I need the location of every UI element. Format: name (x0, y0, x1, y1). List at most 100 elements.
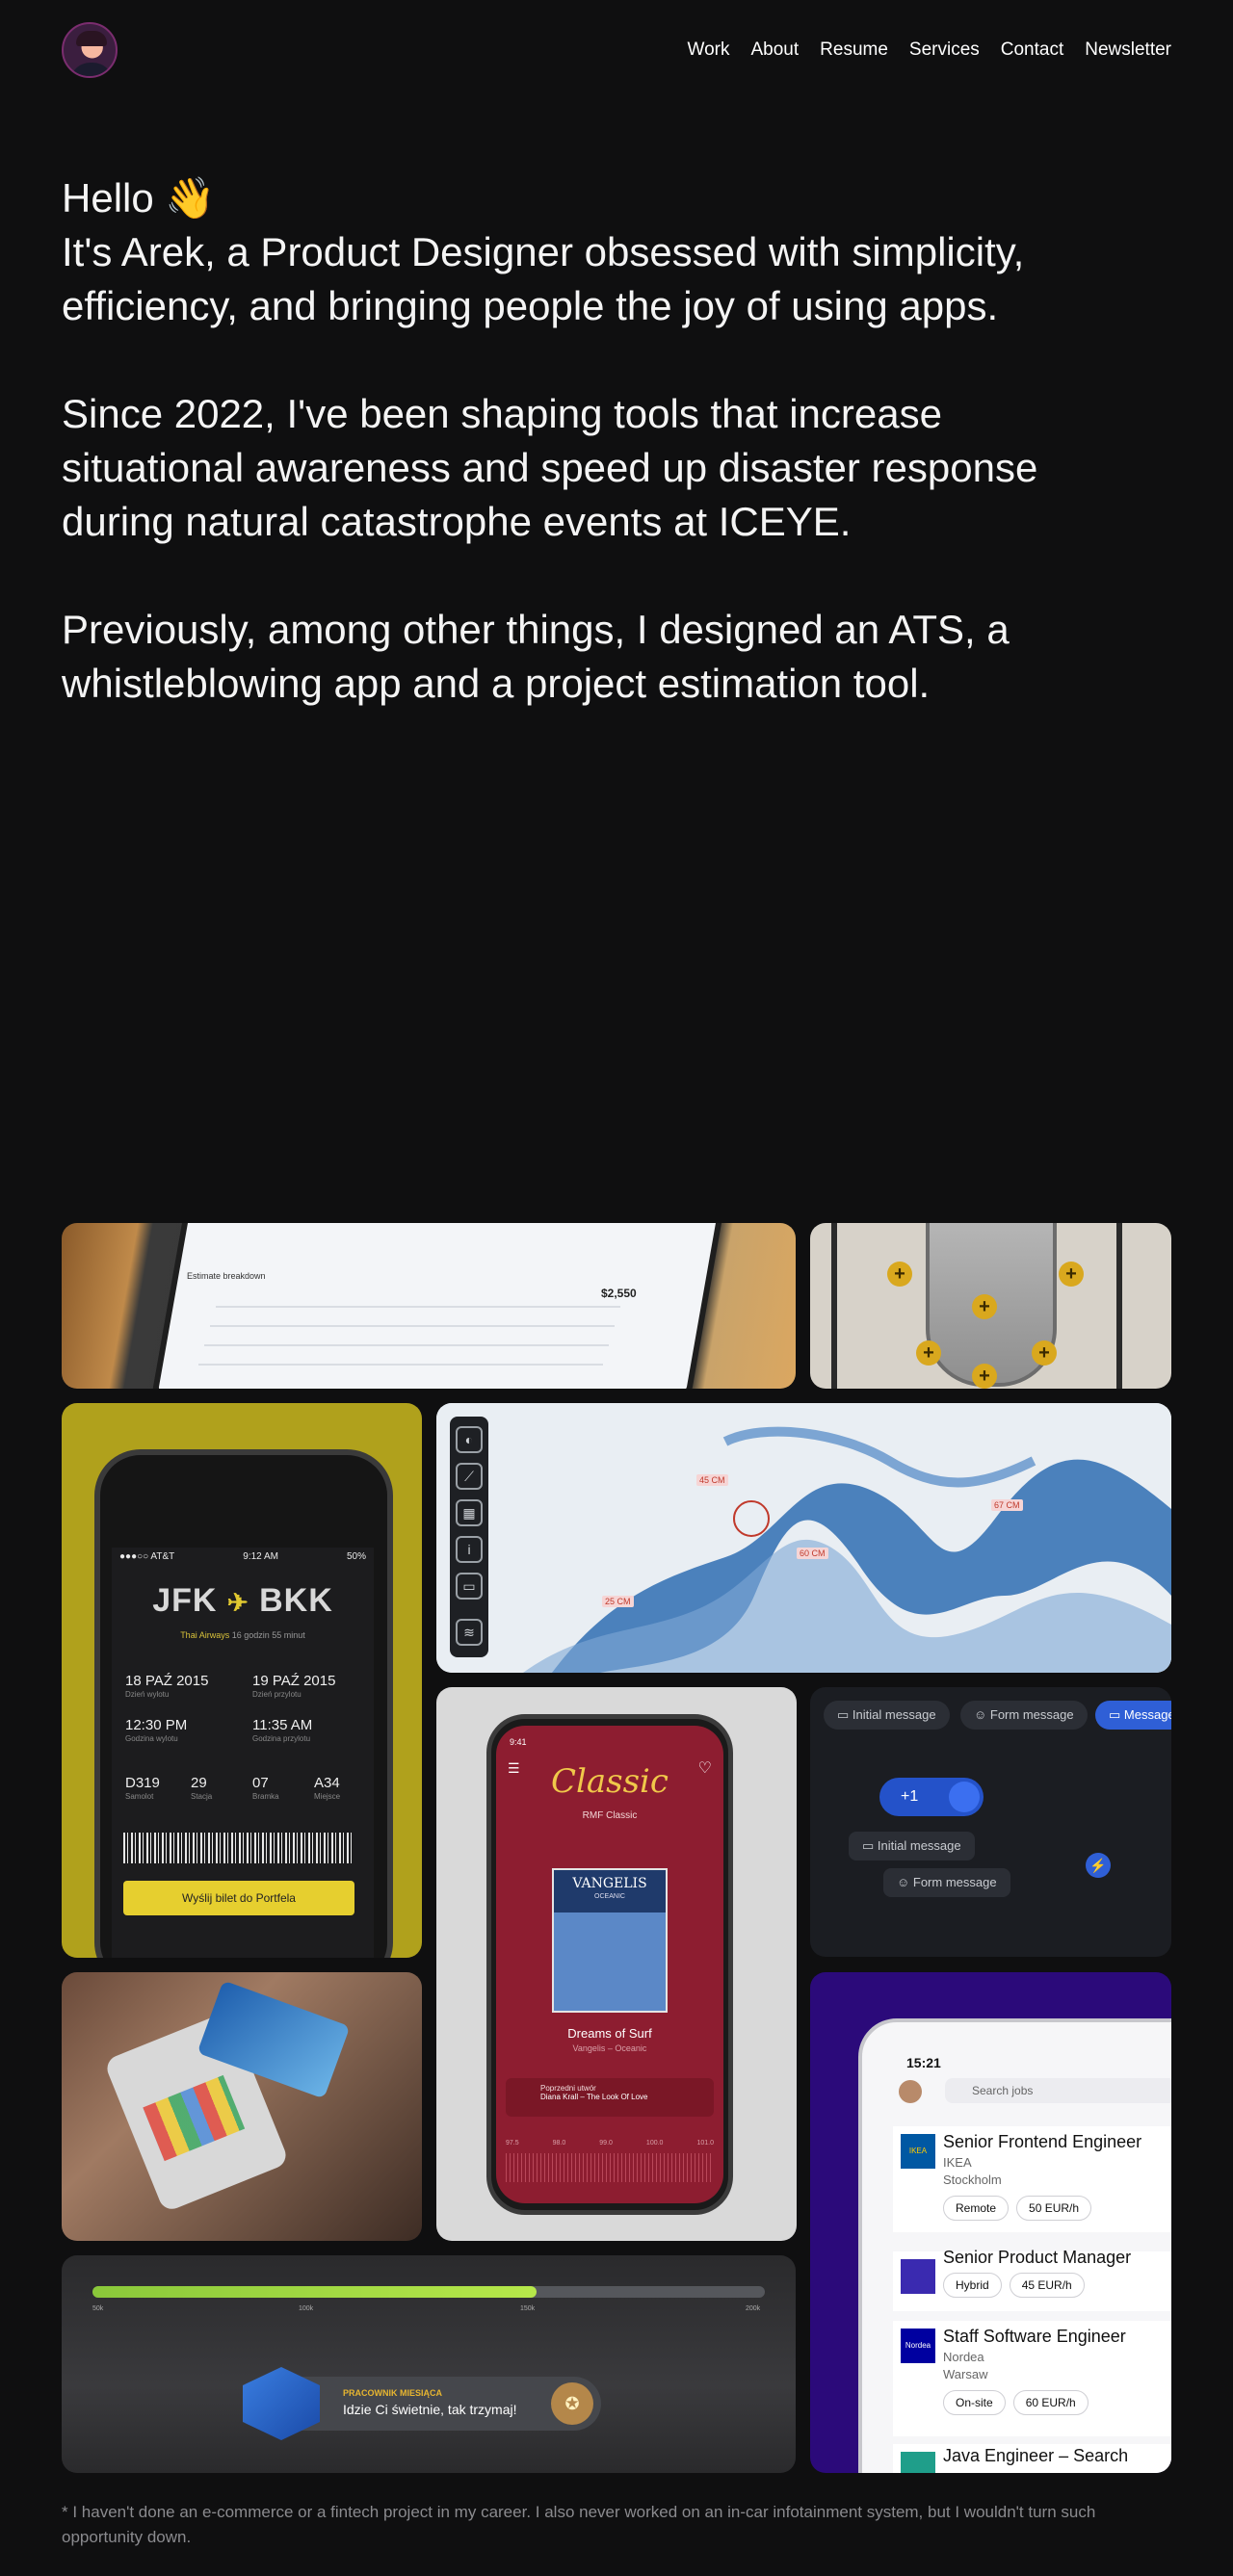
frequency-scale: 97.5 98.0 99.0 100.0 101.0 (506, 2140, 714, 2147)
count-pill[interactable]: +1 (879, 1778, 984, 1816)
estimate-title: Estimate breakdown (187, 1271, 266, 1281)
node-initial-message[interactable]: ▭ Initial message (849, 1832, 975, 1860)
job-tags: Hybrid 45 EUR/h (943, 2273, 1085, 2298)
nav-newsletter[interactable]: Newsletter (1085, 39, 1171, 61)
progress-bar (92, 2286, 765, 2298)
frequency-tick: 97.5 (506, 2140, 519, 2147)
previous-track[interactable]: Poprzedni utwór Diana Krall – The Look O… (506, 2078, 714, 2117)
badge-message: Idzie Ci świetnie, tak trzymaj! (343, 2402, 517, 2417)
barcode (123, 1833, 354, 1863)
map-label: 60 CM (797, 1548, 828, 1559)
chip-form-message[interactable]: ☺ Form message (960, 1701, 1088, 1730)
tag: 50 EUR/h (1016, 2196, 1092, 2221)
bolt-icon[interactable]: ⚡ (1086, 1853, 1111, 1878)
achievement-badge: PRACOWNIK MIESIĄCA Idzie Ci świetnie, ta… (243, 2367, 601, 2440)
map-label: 25 CM (602, 1596, 634, 1607)
avatar[interactable] (62, 22, 118, 78)
carrier-label: ●●●○○ AT&T (119, 1551, 175, 1562)
grid-icon[interactable]: ▦ (456, 1499, 483, 1526)
job-title: Senior Product Manager (943, 2248, 1132, 2267)
plus-icon: + (1059, 1262, 1084, 1287)
main-nav: Work About Resume Services Contact Newsl… (688, 39, 1171, 61)
map-toolbar: ◐ ⟋ ▦ i ▭ ≋ (450, 1417, 488, 1657)
plus-icon: + (1032, 1340, 1057, 1366)
cube-icon (243, 2367, 320, 2440)
chip-initial-message[interactable]: ▭ Initial message (824, 1701, 950, 1730)
radio-screen: 9:41 ☰ ♡ Classic RMF Classic VANGELIS OC… (496, 1726, 723, 2203)
clock: 15:21 (906, 2055, 941, 2070)
company-logo (901, 2452, 935, 2473)
estimate-price: $2,550 (601, 1287, 637, 1300)
project-tile-message-flow[interactable]: ▭ Initial message ☺ Form message ▭ Messa… (810, 1687, 1171, 1957)
project-tile-flood-map[interactable]: ◐ ⟋ ▦ i ▭ ≋ 45 CM 60 CM 67 CM 25 CM (436, 1403, 1171, 1673)
departure-date: 18 PAŹ 2015 Dzień wylotu (125, 1673, 209, 1699)
song-title: Dreams of Surf (567, 2026, 652, 2041)
footnote: * I haven't done an e-commerce or a fint… (62, 2503, 1096, 2546)
nav-contact[interactable]: Contact (1001, 39, 1063, 61)
map-label: 45 CM (696, 1474, 728, 1486)
progress-tick: 100k (299, 2305, 314, 2312)
avatar[interactable] (899, 2080, 922, 2103)
origin-code: JFK (152, 1582, 218, 1619)
tag: Remote (943, 2196, 1010, 2221)
job-item[interactable]: IKEA Senior Frontend Engineer IKEA Stock… (893, 2126, 1171, 2232)
company-name: IKEA (943, 2155, 972, 2170)
info-icon[interactable]: i (456, 1536, 483, 1563)
job-item[interactable]: Nordea Staff Software Engineer Nordea Wa… (893, 2321, 1171, 2436)
clock: 9:41 (510, 1737, 527, 1747)
nav-about[interactable]: About (751, 39, 800, 61)
rail (831, 1223, 837, 1389)
album-cover: VANGELIS OCEANIC (552, 1868, 668, 2013)
rail (1116, 1223, 1122, 1389)
flight-number: D319 Samolot (125, 1775, 160, 1801)
water-drop-icon[interactable]: ◐ (456, 1426, 483, 1453)
project-tile-progress[interactable]: 50k 100k 150k 200k PRACOWNIK MIESIĄCA Id… (62, 2255, 796, 2473)
tag: On-site (943, 2390, 1006, 2415)
departure-time: 12:30 PM Godzina wylotu (125, 1717, 188, 1743)
project-tile-radio-app[interactable]: 9:41 ☰ ♡ Classic RMF Classic VANGELIS OC… (436, 1687, 797, 2241)
nav-resume[interactable]: Resume (820, 39, 888, 61)
project-tile-jobs-app[interactable]: 15:21 Search jobs IKEA Senior Frontend E… (810, 1972, 1171, 2473)
plus-icon: + (972, 1364, 997, 1389)
node-form-message[interactable]: ☺ Form message (883, 1868, 1010, 1897)
company-logo (901, 2259, 935, 2294)
wallet-button[interactable]: Wyślij bilet do Portfela (123, 1881, 354, 1915)
layers-icon[interactable]: ≋ (456, 1619, 483, 1646)
plus-icon: + (887, 1262, 912, 1287)
search-input[interactable]: Search jobs (945, 2078, 1171, 2103)
progress-tick: 150k (520, 2305, 536, 2312)
job-item[interactable]: Java Engineer – Search (893, 2444, 1171, 2473)
map-label: 67 CM (991, 1499, 1023, 1511)
status-bar: ●●●○○ AT&T 9:12 AM 50% (119, 1551, 366, 1562)
intro-paragraph-3: Previously, among other things, I design… (62, 607, 1010, 706)
table-row (210, 1325, 615, 1327)
boarding-pass-screen: ●●●○○ AT&T 9:12 AM 50% JFK ✈ BKK Thai Ai… (112, 1548, 374, 1958)
frequency-tuner[interactable] (506, 2153, 714, 2182)
project-tile-boarding-pass[interactable]: ●●●○○ AT&T 9:12 AM 50% JFK ✈ BKK Thai Ai… (62, 1403, 422, 1958)
frequency-tick: 98.0 (552, 2140, 566, 2147)
nav-work[interactable]: Work (688, 39, 730, 61)
job-title: Staff Software Engineer (943, 2327, 1126, 2346)
route: JFK ✈ BKK (112, 1582, 374, 1620)
cover-subtitle: OCEANIC (594, 1893, 625, 1900)
project-tile-car[interactable]: + + + + + + (810, 1223, 1171, 1389)
job-item[interactable]: Senior Product Manager Hybrid 45 EUR/h (893, 2248, 1171, 2311)
frequency-tick: 99.0 (599, 2140, 613, 2147)
greeting: Hello 👋 (62, 175, 216, 221)
progress-tick: 50k (92, 2305, 104, 2312)
plus-icon: + (916, 1340, 941, 1366)
table-row (216, 1306, 620, 1308)
project-tile-estimation[interactable]: Estimate breakdown $2,550 (62, 1223, 796, 1389)
arrival-time: 11:35 AM Godzina przylotu (252, 1717, 313, 1743)
comment-icon[interactable]: ▭ (456, 1573, 483, 1600)
project-tile-payment[interactable] (62, 1972, 422, 2241)
chip-message[interactable]: ▭ Message (1095, 1701, 1171, 1730)
ruler-icon[interactable]: ⟋ (456, 1463, 483, 1490)
intro-paragraph-1: Hello 👋 It's Arek, a Product Designer ob… (62, 171, 1121, 333)
previous-track-name: Diana Krall – The Look Of Love (540, 2093, 648, 2101)
progress-fill (92, 2286, 537, 2298)
frequency-tick: 101.0 (696, 2140, 714, 2147)
job-title: Java Engineer – Search (943, 2446, 1129, 2465)
intro: Hello 👋 It's Arek, a Product Designer ob… (62, 171, 1121, 765)
nav-services[interactable]: Services (909, 39, 980, 61)
